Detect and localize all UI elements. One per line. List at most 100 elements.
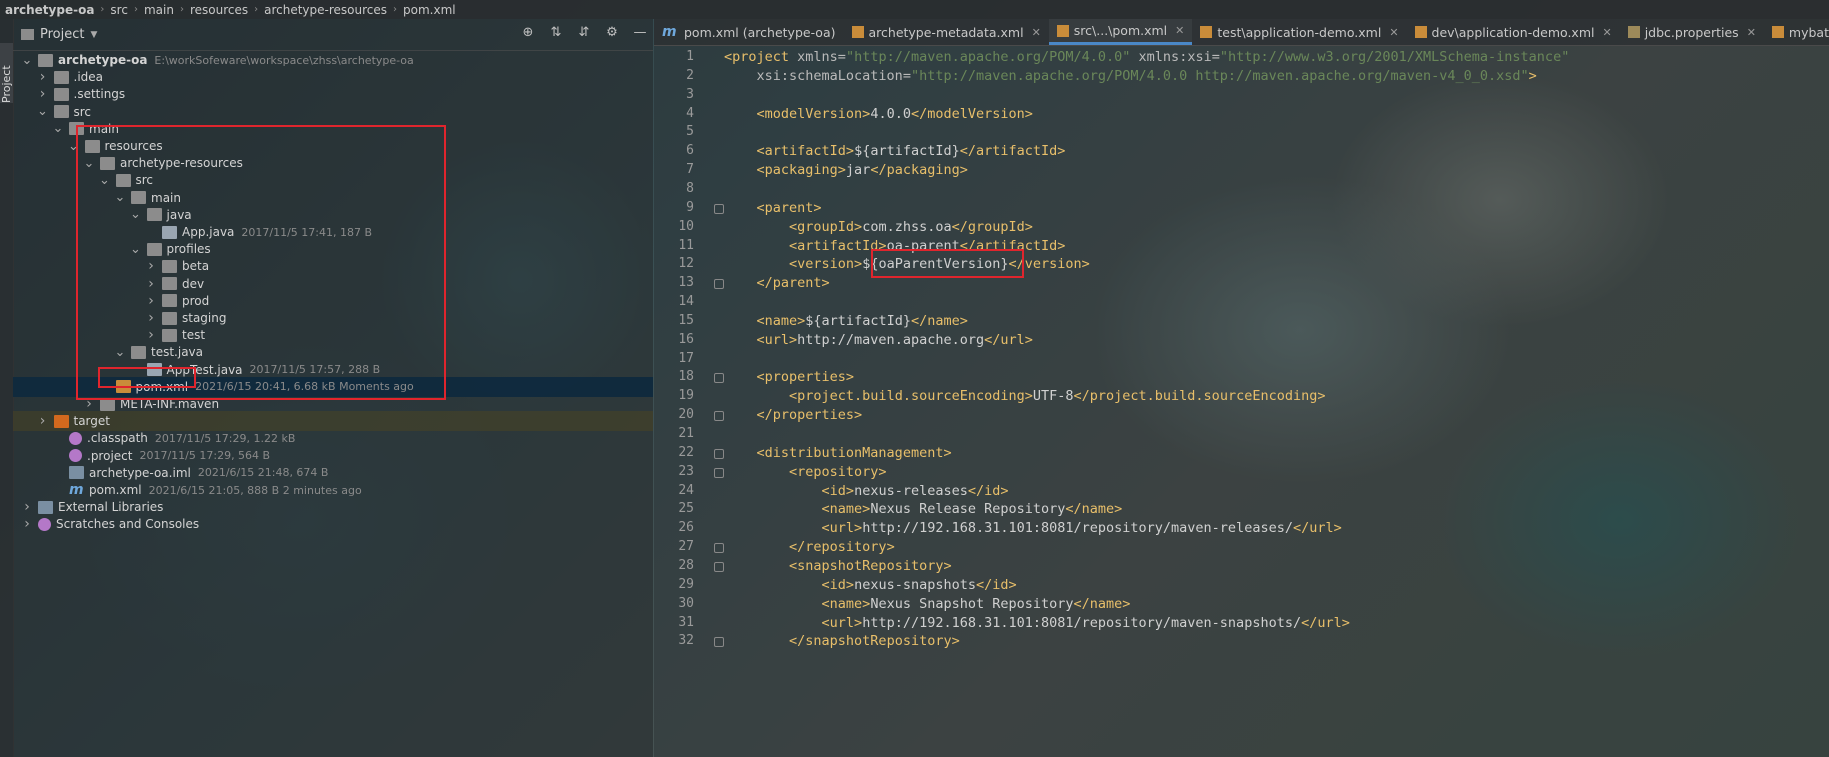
chevron-down-icon[interactable]: ⌄ <box>114 345 126 360</box>
tree-node-label: External Libraries <box>58 500 164 515</box>
close-icon[interactable]: ✕ <box>1175 24 1184 37</box>
chevron-down-icon[interactable]: ⌄ <box>21 53 33 68</box>
breadcrumb-item[interactable]: main <box>138 3 180 17</box>
breadcrumb-item[interactable]: pom.xml <box>397 3 462 17</box>
tree-node-label: resources <box>104 139 163 153</box>
tree-node-label: AppTest.java <box>166 362 243 377</box>
line-number: 21 <box>678 426 694 441</box>
code-token: <url> <box>821 520 863 537</box>
breadcrumb-item[interactable]: resources <box>184 3 254 17</box>
project-panel: Project ▼ ⊕ ⇅ ⇵ ⚙ — ⌄ archetype-oa E:\work… <box>13 19 653 757</box>
code-token: <modelVersion> <box>756 105 871 122</box>
line-number: 30 <box>678 595 694 611</box>
fold-marker-icon[interactable] <box>714 203 724 214</box>
code-token: </properties> <box>756 407 863 424</box>
code-token: </id> <box>967 482 1009 499</box>
fold-marker-icon[interactable] <box>714 279 724 290</box>
collapse-all-icon[interactable]: ⇵ <box>577 25 591 40</box>
chevron-down-icon[interactable]: ⌄ <box>83 156 95 171</box>
code-token: nexus-snapshots <box>854 576 976 593</box>
line-number: 28 <box>678 557 694 573</box>
chevron-down-icon[interactable]: ⌄ <box>68 139 80 154</box>
chevron-right-icon[interactable]: › <box>37 413 49 429</box>
tree-node-label: archetype-oa.iml <box>89 465 191 480</box>
close-icon[interactable]: ✕ <box>1602 26 1611 39</box>
editor-tab[interactable]: test\application-demo.xml ✕ <box>1192 19 1406 45</box>
folder-icon <box>53 70 69 84</box>
editor-tab[interactable]: m pom.xml (archetype-oa) <box>654 19 844 45</box>
code-token: xmlns:xsi= <box>1130 49 1220 65</box>
tree-node-label: java <box>166 207 192 222</box>
breadcrumb-item[interactable]: archetype-resources <box>258 3 393 17</box>
fold-marker-icon[interactable] <box>714 637 724 648</box>
line-number: 14 <box>678 294 694 310</box>
chevron-right-icon[interactable]: › <box>37 86 49 102</box>
chevron-down-icon[interactable]: ⌄ <box>37 104 49 119</box>
chevron-right-icon[interactable]: › <box>145 327 157 343</box>
breadcrumb-item[interactable]: archetype-oa <box>0 3 100 17</box>
config-file-icon <box>69 449 82 463</box>
line-number: 26 <box>678 520 694 536</box>
code-token: <properties> <box>756 369 855 386</box>
close-icon[interactable]: ✕ <box>1747 26 1756 39</box>
project-tool-window-button[interactable]: Project <box>0 43 13 103</box>
folder-icon <box>146 208 162 222</box>
expand-all-icon[interactable]: ⇅ <box>549 25 563 40</box>
editor-tab[interactable]: mybatis-config <box>1764 19 1829 45</box>
gear-icon[interactable]: ⚙ <box>605 25 619 40</box>
fold-marker-icon[interactable] <box>714 467 724 478</box>
close-icon[interactable]: ✕ <box>1032 26 1041 39</box>
fold-marker-icon[interactable] <box>714 373 724 384</box>
code-token: Nexus Release Repository <box>870 501 1066 518</box>
chevron-right-icon[interactable]: › <box>145 310 157 326</box>
chevron-down-icon[interactable]: ⌄ <box>99 173 111 188</box>
chevron-right-icon[interactable]: › <box>145 276 157 292</box>
code-token: ${artifactId} <box>805 312 911 329</box>
code-token: "http://www.w3.org/2001/XMLSchema-instan… <box>1219 49 1570 65</box>
line-number: 3 <box>686 86 694 102</box>
code-token: <project <box>724 49 798 65</box>
tree-node[interactable]: › Scratches and Consoles <box>13 514 653 534</box>
chevron-right-icon[interactable]: › <box>37 69 49 85</box>
hide-panel-icon[interactable]: — <box>633 25 647 40</box>
project-view-icon <box>21 29 34 40</box>
line-number-gutter: 1 2 3 4 5 6 7 8 9 10 11 12 13 14 15 16 17 18 19 20 21 22 23 24 2… <box>654 45 711 757</box>
project-view-selector[interactable]: Project ▼ <box>13 27 97 42</box>
editor-tab[interactable]: jdbc.properties ✕ <box>1620 19 1764 45</box>
chevron-right-icon[interactable]: › <box>21 499 33 515</box>
editor-tab[interactable]: archetype-metadata.xml ✕ <box>844 19 1049 45</box>
excluded-folder-icon <box>53 414 69 428</box>
chevron-down-icon[interactable]: ⌄ <box>114 190 126 205</box>
chevron-down-icon[interactable]: ⌄ <box>130 207 142 222</box>
iml-file-icon <box>69 466 84 480</box>
chevron-down-icon[interactable]: ⌄ <box>130 242 142 257</box>
chevron-right-icon[interactable]: › <box>145 258 157 274</box>
code-token: ${oaParentVersion} <box>862 256 1009 273</box>
project-panel-header: Project ▼ ⊕ ⇅ ⇵ ⚙ — <box>13 19 653 51</box>
locate-file-icon[interactable]: ⊕ <box>521 25 535 40</box>
code-token: <groupId> <box>789 218 863 235</box>
fold-marker-icon[interactable] <box>714 411 724 422</box>
chevron-right-icon[interactable]: › <box>145 293 157 309</box>
tree-node-meta: 2021/6/15 21:05, 888 B 2 minutes ago <box>148 483 362 497</box>
fold-marker-icon[interactable] <box>714 543 724 554</box>
code-token: <version> <box>789 256 863 273</box>
chevron-right-icon[interactable]: › <box>21 516 33 532</box>
close-icon[interactable]: ✕ <box>1389 26 1398 39</box>
folder-icon <box>162 277 177 291</box>
chevron-right-icon[interactable]: › <box>83 396 95 412</box>
chevron-down-icon[interactable]: ⌄ <box>52 121 64 136</box>
folder-icon <box>53 87 69 101</box>
fold-marker-icon[interactable] <box>714 561 724 572</box>
tree-node-label: pom.xml <box>135 379 189 394</box>
editor-tab[interactable]: src\...\pom.xml ✕ <box>1048 19 1193 45</box>
fold-marker-icon[interactable] <box>714 448 724 459</box>
code-token: http://192.168.31.101:8081/repository/ma… <box>862 520 1293 537</box>
breadcrumb-item[interactable]: src <box>104 3 134 17</box>
editor-tab[interactable]: dev\application-demo.xml ✕ <box>1407 19 1620 45</box>
